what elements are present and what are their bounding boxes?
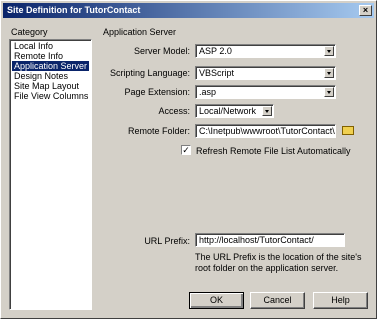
category-item-remote-info[interactable]: Remote Info [12, 51, 89, 61]
server-model-select[interactable]: ASP 2.0 [195, 44, 336, 58]
refresh-label[interactable]: Refresh Remote File List Automatically [196, 146, 351, 156]
access-select[interactable]: Local/Network [195, 104, 274, 118]
ok-button[interactable]: OK [189, 292, 244, 309]
url-prefix-label: URL Prefix: [144, 236, 190, 246]
refresh-checkbox[interactable]: ✓ [181, 145, 191, 155]
url-prefix-input[interactable]: http://localhost/TutorContact/ [195, 233, 345, 247]
site-definition-dialog: Site Definition for TutorContact × Categ… [0, 0, 377, 319]
help-button[interactable]: Help [313, 292, 368, 309]
chevron-down-icon[interactable] [324, 46, 334, 56]
scripting-language-label: Scripting Language: [109, 68, 190, 78]
server-model-value: ASP 2.0 [199, 46, 232, 56]
access-value: Local/Network [199, 106, 257, 116]
category-item-design-notes[interactable]: Design Notes [12, 71, 89, 81]
chevron-down-icon[interactable] [324, 87, 334, 97]
scripting-language-value: VBScript [199, 68, 235, 78]
window-title: Site Definition for TutorContact [7, 5, 141, 15]
category-list[interactable]: Local Info Remote Info Application Serve… [9, 39, 92, 310]
section-title: Application Server [103, 27, 177, 37]
chevron-down-icon[interactable] [262, 106, 272, 116]
title-bar[interactable]: Site Definition for TutorContact × [3, 3, 374, 18]
remote-folder-value: C:\Inetpub\wwwroot\TutorContact\ [199, 126, 335, 136]
cancel-button[interactable]: Cancel [250, 292, 305, 309]
category-header: Category [11, 27, 48, 37]
category-item-local-info[interactable]: Local Info [12, 41, 89, 51]
page-extension-label: Page Extension: [124, 87, 190, 97]
category-item-file-view-columns[interactable]: File View Columns [12, 91, 89, 101]
server-model-label: Server Model: [133, 46, 190, 56]
remote-folder-label: Remote Folder: [127, 126, 190, 136]
category-item-application-server[interactable]: Application Server [12, 61, 89, 71]
chevron-down-icon[interactable] [324, 68, 334, 78]
url-prefix-value: http://localhost/TutorContact/ [199, 235, 314, 245]
folder-icon[interactable] [342, 126, 354, 135]
remote-folder-input[interactable]: C:\Inetpub\wwwroot\TutorContact\ [195, 124, 336, 138]
scripting-language-select[interactable]: VBScript [195, 66, 336, 80]
page-extension-value: .asp [199, 87, 217, 97]
access-label: Access: [158, 106, 190, 116]
url-prefix-note-line1: The URL Prefix is the location of the si… [195, 252, 362, 262]
page-extension-select[interactable]: .asp [195, 85, 336, 99]
url-prefix-note-line2: root folder on the application server. [195, 263, 339, 273]
category-item-site-map-layout[interactable]: Site Map Layout [12, 81, 89, 91]
close-icon[interactable]: × [359, 5, 372, 16]
